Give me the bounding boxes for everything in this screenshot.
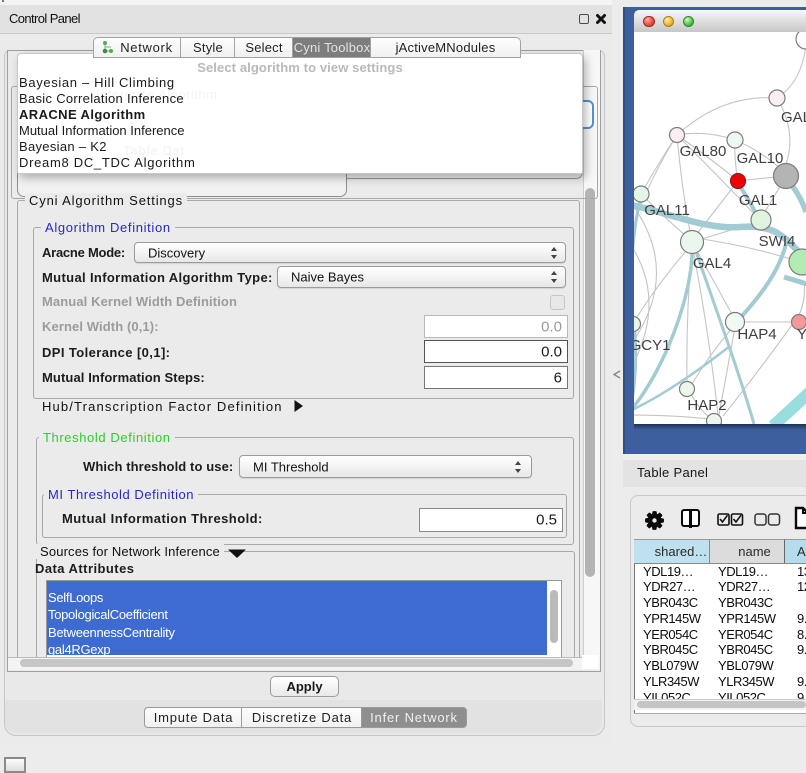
svg-text:GAL7: GAL7 <box>781 109 806 126</box>
svg-text:GAL1: GAL1 <box>738 192 776 209</box>
svg-text:GCY1: GCY1 <box>634 337 670 354</box>
svg-text:SWI4: SWI4 <box>758 233 795 250</box>
svg-text:GAL11: GAL11 <box>644 202 690 219</box>
svg-text:GAL4: GAL4 <box>692 255 730 272</box>
svg-text:GAL80: GAL80 <box>679 143 726 160</box>
svg-text:HAP4: HAP4 <box>737 326 776 343</box>
svg-text:GAL10: GAL10 <box>736 150 783 167</box>
svg-text:HAP2: HAP2 <box>687 397 726 414</box>
svg-text:YM: YM <box>797 326 806 343</box>
